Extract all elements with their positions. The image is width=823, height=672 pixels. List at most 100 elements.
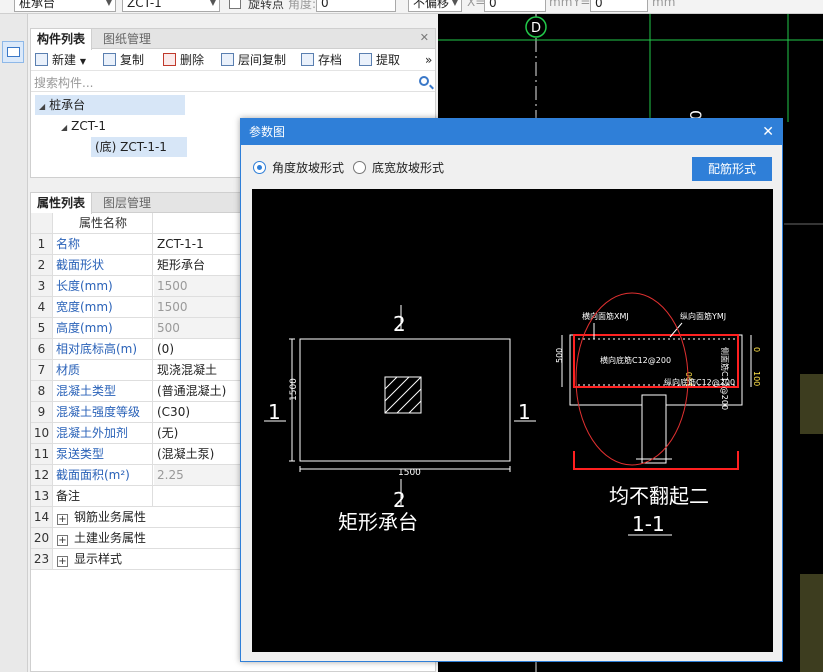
tab-component-list[interactable]: 构件列表 xyxy=(31,29,93,50)
property-name: 泵送类型 xyxy=(54,444,153,464)
section-dim-0: 0 xyxy=(752,347,761,352)
row-number: 7 xyxy=(31,360,53,380)
section-title: 1-1 xyxy=(632,512,665,536)
extract-button[interactable]: 提取 xyxy=(359,52,400,68)
property-name-header: 属性名称 xyxy=(54,213,153,233)
component-name-value: ZCT-1 xyxy=(127,0,162,10)
tree-node-leaf[interactable]: (底) ZCT-1-1 xyxy=(91,137,187,157)
copy-button[interactable]: 复制 xyxy=(103,52,144,68)
row-number: 6 xyxy=(31,339,53,359)
y-label: Y= xyxy=(573,0,591,9)
expand-icon[interactable]: + xyxy=(57,556,68,567)
row-number: 14 xyxy=(31,507,53,527)
offset-combo[interactable]: 不偏移 ▼ xyxy=(408,0,462,12)
rebar-top-y-label: 纵向面筋YMJ xyxy=(680,311,726,321)
radio-bottom-width-slope[interactable]: 底宽放坡形式 xyxy=(353,161,444,175)
angle-value: 0 xyxy=(321,0,329,10)
search-icon[interactable] xyxy=(419,76,429,86)
floor-copy-button[interactable]: 层间复制 xyxy=(221,52,286,68)
app-window: 桩承台 ▼ ZCT-1 ▼ 旋转点 角度: 0 不偏移 ▼ X= 0 mm Y=… xyxy=(0,0,823,672)
property-name: 备注 xyxy=(54,486,153,506)
radio-selected-icon xyxy=(253,161,266,174)
tree-node-root[interactable]: ◢ 桩承台 xyxy=(35,95,185,115)
property-group-label: 土建业务属性 xyxy=(74,531,147,545)
row-number: 10 xyxy=(31,423,53,443)
more-button[interactable]: » xyxy=(425,52,432,68)
component-name-combo[interactable]: ZCT-1 ▼ xyxy=(122,0,220,12)
row-number: 13 xyxy=(31,486,53,506)
collapse-icon[interactable]: ◢ xyxy=(39,102,45,111)
radio-bottom-label: 底宽放坡形式 xyxy=(372,161,445,175)
x-input[interactable]: 0 xyxy=(484,0,546,12)
property-name: 高度(mm) xyxy=(54,318,153,338)
save-button[interactable]: 存档 xyxy=(301,52,342,68)
angle-input[interactable]: 0 xyxy=(316,0,396,12)
radio-unselected-icon xyxy=(353,161,366,174)
y-input[interactable]: 0 xyxy=(590,0,648,12)
property-name: 截面形状 xyxy=(54,255,153,275)
tree-node-child[interactable]: ◢ ZCT-1 xyxy=(57,116,110,136)
angle-label: 角度: xyxy=(288,0,317,11)
offset-value: 不偏移 xyxy=(413,0,450,10)
tree-leaf-label: (底) ZCT-1-1 xyxy=(95,140,167,154)
x-value: 0 xyxy=(489,0,497,10)
close-icon[interactable]: ✕ xyxy=(420,31,429,44)
row-number: 1 xyxy=(31,234,53,254)
row-number: 20 xyxy=(31,528,53,548)
component-type-combo[interactable]: 桩承台 ▼ xyxy=(14,0,116,12)
extract-label: 提取 xyxy=(376,53,401,67)
row-number: 12 xyxy=(31,465,53,485)
floor-copy-icon xyxy=(221,53,234,66)
section-mark-2-bottom: 2 xyxy=(393,488,406,512)
parameter-drawing-canvas: 1500 1500 2 2 1 1 矩形承台 500 0 100 100 横向面… xyxy=(252,189,773,652)
dialog-titlebar: 参数图 ✕ xyxy=(241,119,782,145)
radio-angle-slope[interactable]: 角度放坡形式 xyxy=(253,161,344,175)
row-number: 9 xyxy=(31,402,53,422)
x-label: X= xyxy=(467,0,486,9)
row-number xyxy=(31,213,53,233)
tab-layer-manage[interactable]: 图层管理 xyxy=(97,193,157,213)
property-name: 材质 xyxy=(54,360,153,380)
note-text: 均不翻起二 xyxy=(609,484,709,508)
section-mark-1-right: 1 xyxy=(518,400,531,424)
row-number: 23 xyxy=(31,549,53,569)
chevron-down-icon: ▼ xyxy=(209,0,216,7)
side-rebar-label: 侧面筋C12@200 xyxy=(720,347,730,410)
section-dim-100: 100 xyxy=(752,371,761,386)
collapse-icon[interactable]: ◢ xyxy=(61,123,67,132)
left-tool-strip xyxy=(0,14,28,672)
section-dim-500: 500 xyxy=(555,348,564,363)
component-search xyxy=(31,74,435,92)
expand-icon[interactable]: + xyxy=(57,535,68,546)
tab-drawing-manage[interactable]: 图纸管理 xyxy=(97,29,157,49)
expand-icon[interactable]: + xyxy=(57,514,68,525)
x-unit: mm xyxy=(549,0,573,9)
tree-root-label: 桩承台 xyxy=(49,98,86,112)
rebar-bottom-x-label: 横向底筋C12@200 xyxy=(600,355,671,365)
component-tabs: 构件列表 图纸管理 ✕ xyxy=(31,29,435,50)
y-unit: mm xyxy=(652,0,676,9)
search-input[interactable] xyxy=(31,74,401,91)
row-number: 5 xyxy=(31,318,53,338)
parameter-drawing: 1500 1500 2 2 1 1 矩形承台 500 0 100 100 横向面… xyxy=(264,292,761,536)
chevron-down-icon: ▼ xyxy=(451,0,458,7)
property-name: 混凝土外加剂 xyxy=(54,423,153,443)
tree-child-label: ZCT-1 xyxy=(71,119,106,133)
copy-icon xyxy=(103,53,116,66)
rebar-form-button[interactable]: 配筋形式 xyxy=(692,157,772,181)
close-icon[interactable]: ✕ xyxy=(762,119,774,145)
property-name: 混凝土类型 xyxy=(54,381,153,401)
rebar-top-x-label: 横向面筋XMJ xyxy=(582,311,629,321)
row-number: 2 xyxy=(31,255,53,275)
tab-property-list[interactable]: 属性列表 xyxy=(31,193,93,214)
save-icon xyxy=(301,53,314,66)
property-group-label: 钢筋业务属性 xyxy=(74,510,147,524)
row-number: 4 xyxy=(31,297,53,317)
plan-dim-height: 1500 xyxy=(289,378,299,401)
component-list-tool[interactable] xyxy=(2,41,24,63)
component-type-value: 桩承台 xyxy=(19,0,56,10)
rotate-point-checkbox[interactable] xyxy=(229,0,241,9)
dialog-title: 参数图 xyxy=(249,125,286,139)
new-button[interactable]: 新建 ▼ xyxy=(35,52,86,68)
delete-button[interactable]: 删除 xyxy=(163,52,204,68)
